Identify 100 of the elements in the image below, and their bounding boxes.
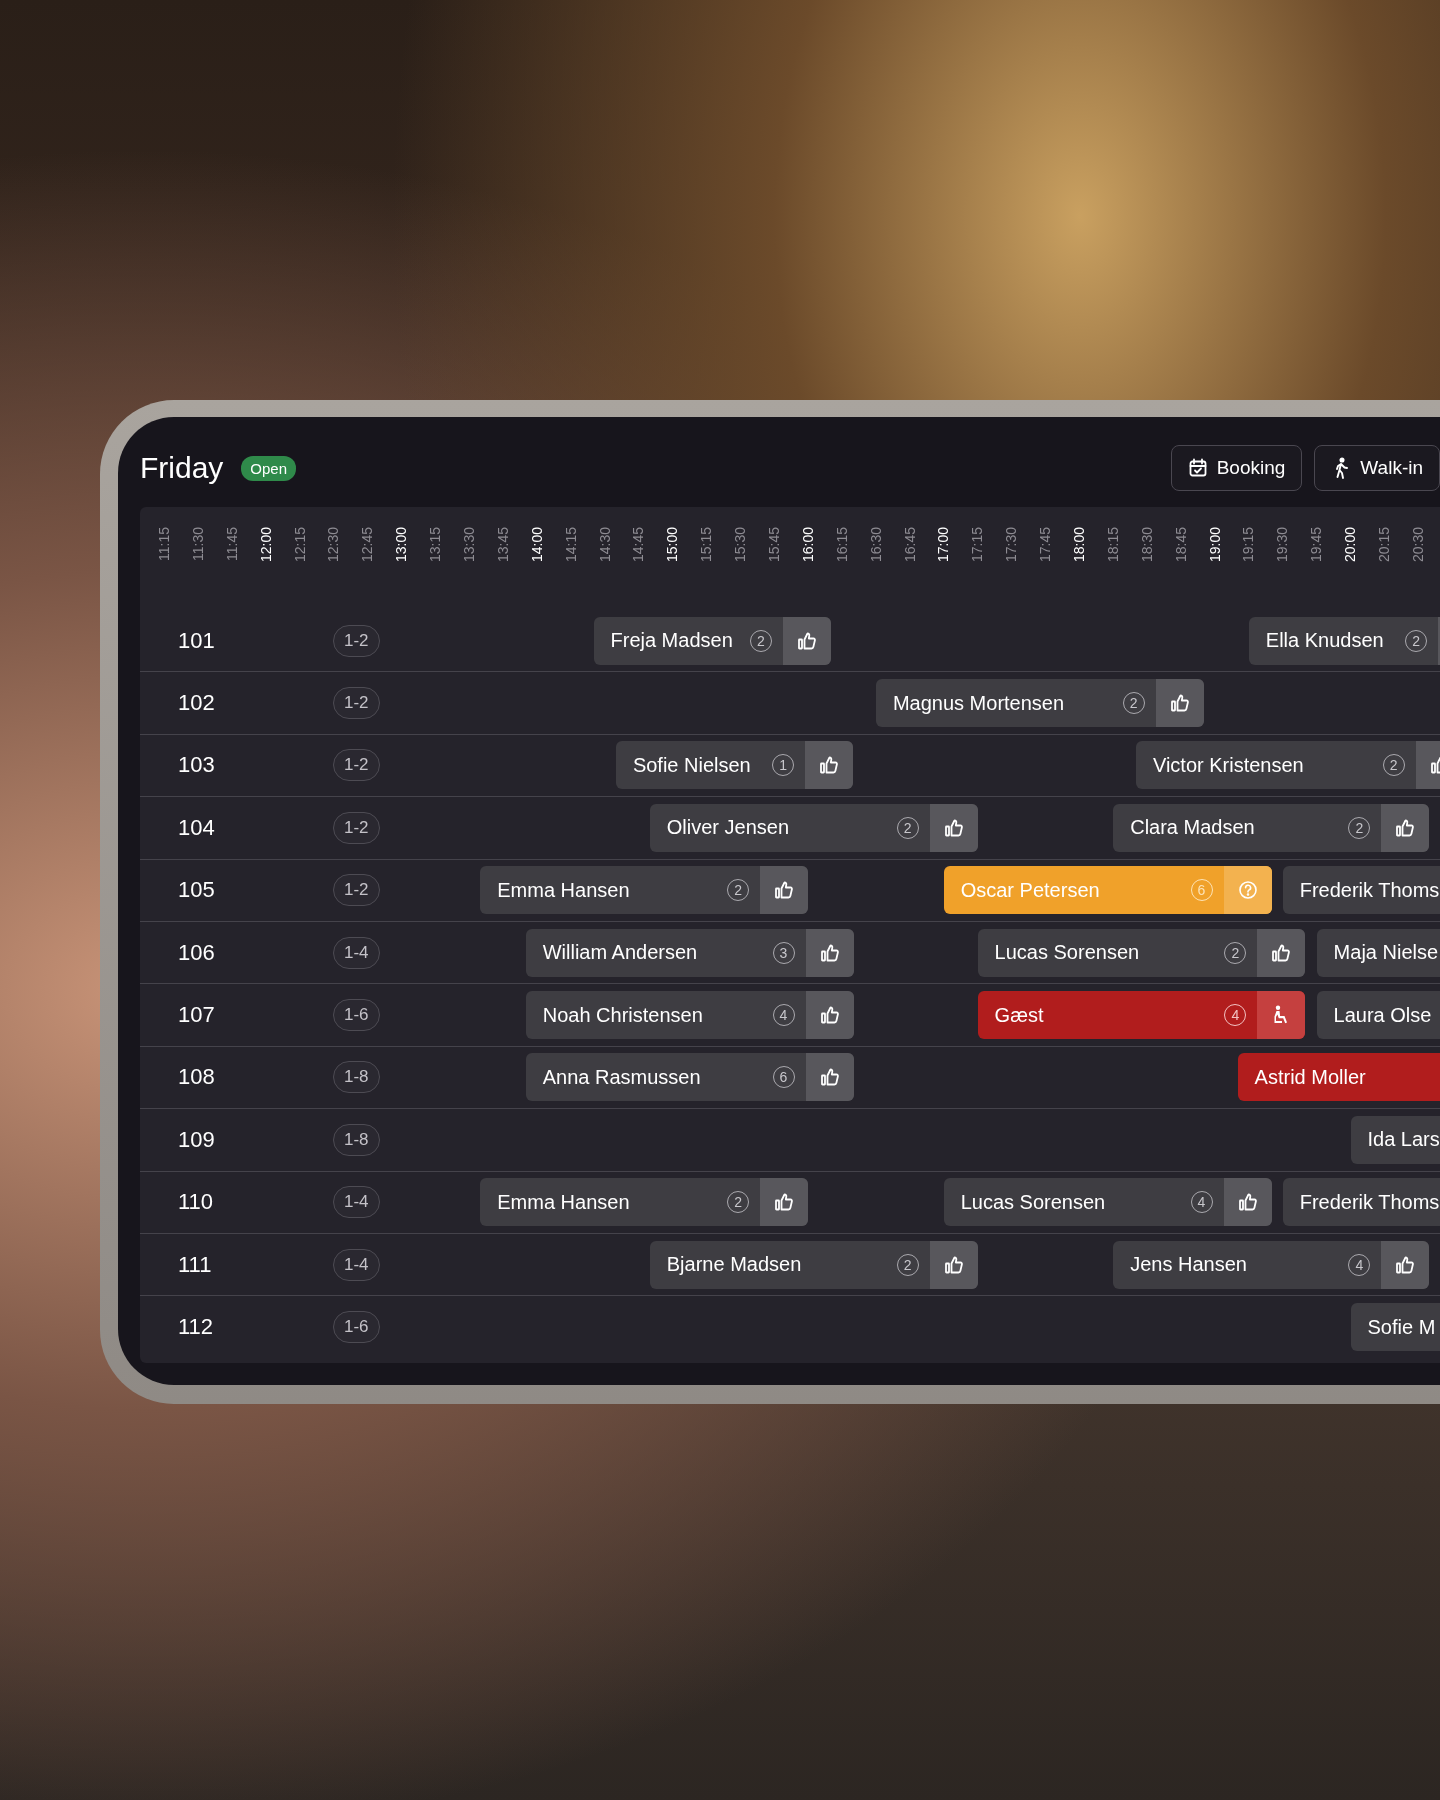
table-number: 107 [178, 1002, 216, 1029]
guest-name: Clara Madsen [1129, 816, 1256, 840]
guest-name: William Andersen [541, 941, 699, 965]
time-label: 11:30 [190, 527, 205, 561]
guest-name: Freja Madsen [609, 629, 734, 653]
status-badge: Open [241, 455, 297, 481]
thumbs-up-icon [1395, 817, 1416, 838]
thumbs-up-icon [796, 630, 817, 651]
booking-block[interactable]: Noah Christensen 4 [525, 991, 854, 1040]
time-label: 19:15 [1241, 527, 1256, 563]
time-label: 20:00 [1343, 527, 1358, 563]
booking-block[interactable]: Emma Hansen 2 [480, 866, 809, 915]
booking-block[interactable]: Sofie M [1350, 1303, 1440, 1352]
guest-name: Astrid Moller [1253, 1065, 1367, 1089]
guest-name: Oscar Petersen [959, 878, 1101, 902]
time-label: 15:00 [665, 527, 680, 563]
thumbs-up-icon [1271, 942, 1292, 963]
calendar-check-icon [1187, 458, 1208, 478]
guest-name: Maja Nielse [1332, 941, 1440, 965]
thumbs-up-icon [819, 1067, 840, 1088]
time-label: 11:45 [224, 527, 239, 561]
booking-block[interactable]: Gæst 4 [977, 991, 1306, 1040]
booking-block[interactable]: Magnus Mortensen 2 [875, 679, 1204, 728]
booking-block[interactable]: Laura Olse [1316, 991, 1440, 1040]
time-label: 12:15 [292, 527, 307, 563]
table-number: 111 [178, 1251, 213, 1278]
guest-name: Emma Hansen [496, 1190, 631, 1214]
thumbs-up-icon [774, 880, 795, 901]
time-label: 13:30 [461, 527, 476, 563]
booking-block[interactable]: William Andersen 3 [525, 928, 854, 977]
table-number: 103 [178, 752, 216, 779]
time-label: 18:15 [1105, 527, 1120, 563]
capacity-pill: 1-2 [333, 749, 380, 782]
time-label: 16:00 [800, 527, 815, 563]
booking-block[interactable]: Jens Hansen 4 [1113, 1240, 1430, 1289]
guest-name: Lucas Sorensen [959, 1190, 1107, 1214]
booking-block[interactable]: Maja Nielse [1316, 928, 1440, 977]
capacity-pill: 1-6 [333, 1311, 380, 1344]
capacity-pill: 1-6 [333, 999, 380, 1032]
time-label: 18:00 [1072, 527, 1086, 563]
capacity-pill: 1-2 [333, 874, 380, 907]
time-label: 19:45 [1309, 527, 1324, 563]
booking-block[interactable]: Ella Knudsen 2 [1248, 616, 1440, 665]
time-label: 16:15 [834, 527, 849, 563]
booking-block[interactable]: Clara Madsen 2 [1113, 803, 1430, 852]
booking-block[interactable]: Lucas Sorensen 2 [977, 928, 1306, 977]
table-number: 104 [178, 814, 216, 841]
time-label: 16:45 [902, 527, 917, 563]
time-label: 20:15 [1377, 527, 1391, 563]
booking-block[interactable]: Oliver Jensen 2 [649, 803, 978, 852]
booking-block[interactable]: Freja Madsen 2 [593, 616, 831, 665]
guest-name: Lucas Sorensen [993, 941, 1141, 965]
time-label: 17:30 [1004, 527, 1019, 563]
time-label: 19:00 [1207, 527, 1222, 563]
booking-block[interactable]: Sofie Nielsen 1 [615, 741, 854, 790]
thumbs-up-icon [1169, 693, 1190, 714]
table-number: 108 [178, 1064, 216, 1091]
guest-name: Emma Hansen [496, 878, 631, 902]
time-label: 15:45 [766, 527, 781, 563]
guest-name: Bjarne Madsen [665, 1253, 803, 1277]
table-number: 102 [178, 690, 216, 717]
walk-in-button[interactable]: Walk-in [1314, 445, 1440, 491]
thumbs-up-icon [819, 755, 840, 776]
guest-name: Noah Christensen [541, 1003, 704, 1027]
capacity-pill: 1-4 [333, 1248, 380, 1281]
booking-block[interactable]: Frederik Thoms [1282, 1178, 1440, 1227]
guest-name: Ella Knudsen [1264, 629, 1385, 653]
booking-block[interactable]: Lucas Sorensen 4 [943, 1178, 1272, 1227]
time-label: 11:15 [156, 527, 171, 561]
table-number: 112 [178, 1314, 215, 1341]
time-label: 12:45 [360, 527, 375, 563]
guest-name: Victor Kristensen [1151, 753, 1305, 777]
thumbs-up-icon [1237, 1192, 1258, 1213]
time-label: 18:30 [1139, 527, 1154, 563]
capacity-pill: 1-2 [333, 624, 380, 657]
table-number: 110 [178, 1189, 215, 1216]
table-number: 101 [178, 627, 216, 654]
time-label: 19:30 [1275, 527, 1290, 563]
time-label: 12:30 [326, 527, 341, 563]
booking-block[interactable]: Emma Hansen 2 [480, 1178, 809, 1227]
booking-button[interactable]: Booking [1170, 445, 1303, 491]
booking-block[interactable]: Frederik Thoms [1282, 866, 1440, 915]
guest-name: Frederik Thoms [1298, 1190, 1440, 1214]
time-label: 15:15 [699, 527, 714, 563]
time-label: 12:00 [258, 527, 273, 563]
capacity-pill: 1-4 [333, 1186, 380, 1219]
time-label: 13:15 [428, 527, 443, 563]
thumbs-up-icon [943, 1254, 964, 1275]
booking-block[interactable]: Anna Rasmussen 6 [525, 1053, 854, 1102]
guest-name: Laura Olse [1332, 1003, 1433, 1027]
time-label: 13:45 [495, 527, 510, 563]
table-number: 105 [178, 877, 216, 904]
booking-block[interactable]: Ida Lars [1350, 1115, 1440, 1164]
time-label: 14:00 [529, 527, 544, 563]
capacity-pill: 1-8 [333, 1123, 380, 1156]
thumbs-up-icon [819, 942, 840, 963]
booking-block[interactable]: Victor Kristensen 2 [1135, 741, 1440, 790]
booking-block[interactable]: Bjarne Madsen 2 [649, 1240, 978, 1289]
thumbs-up-icon [819, 1005, 840, 1026]
booking-block[interactable]: Astrid Moller [1237, 1053, 1440, 1102]
